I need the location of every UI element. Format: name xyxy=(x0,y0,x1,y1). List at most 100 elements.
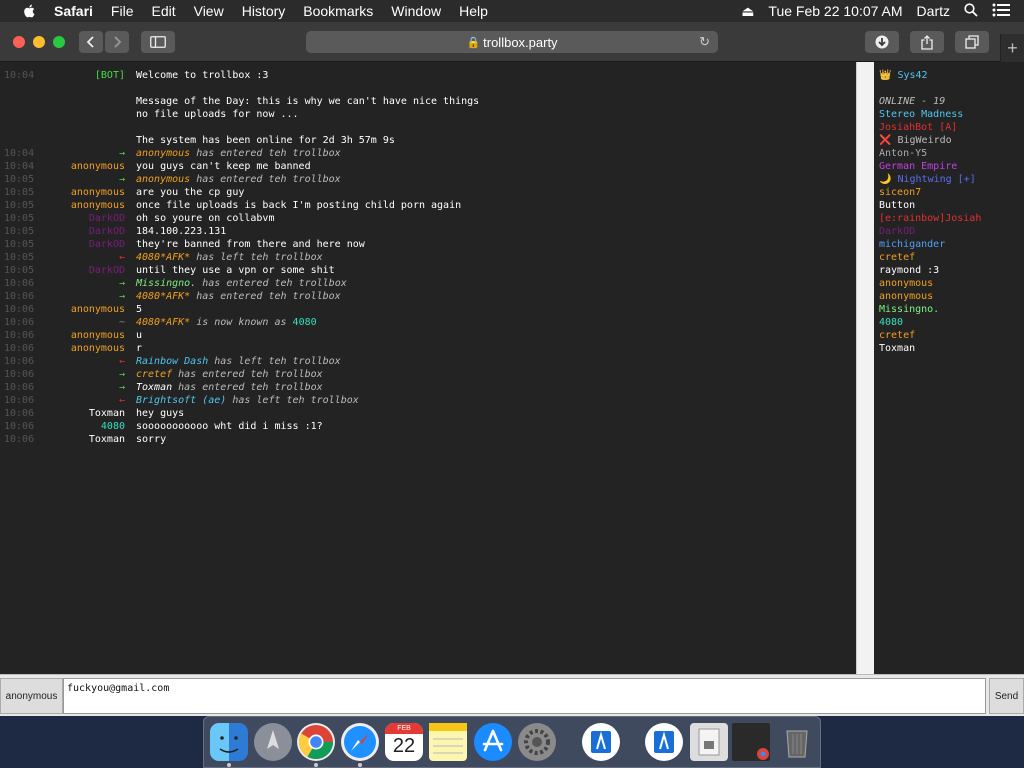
user-list-item[interactable]: Toxman xyxy=(879,342,1024,355)
user-list-item[interactable]: 4080 xyxy=(879,316,1024,329)
chat-nick[interactable]: anonymous xyxy=(71,186,125,199)
chat-nick[interactable]: ~ xyxy=(119,316,125,329)
menu-app-name[interactable]: Safari xyxy=(54,0,93,22)
user-list-item[interactable]: 🌙 Nightwing [+] xyxy=(879,173,1024,186)
share-button[interactable] xyxy=(910,31,944,53)
chat-timestamp: 10:05 xyxy=(4,226,35,237)
message-input[interactable]: fuckyou@gmail.com xyxy=(63,678,986,714)
menubar-user[interactable]: Dartz xyxy=(917,3,950,19)
app-store-icon[interactable] xyxy=(474,723,512,761)
menu-bookmarks[interactable]: Bookmarks xyxy=(303,0,373,22)
user-list-item[interactable]: Missingno. xyxy=(879,303,1024,316)
reload-icon[interactable]: ↻ xyxy=(699,34,710,50)
chat-row: 10:04 anonymous you guys can't keep me ban… xyxy=(0,160,856,173)
tab-overview-button[interactable] xyxy=(955,31,989,53)
chat-nick[interactable]: DarkOD xyxy=(89,264,125,277)
chat-nick[interactable]: anonymous xyxy=(71,199,125,212)
user-list-item[interactable] xyxy=(879,82,1024,95)
user-list-item[interactable]: 👑 Sys42 xyxy=(879,69,1024,82)
menu-history[interactable]: History xyxy=(242,0,286,22)
nickname-button[interactable]: anonymous xyxy=(0,678,63,714)
chat-nick[interactable]: ← xyxy=(119,251,125,264)
new-tab-button[interactable]: + xyxy=(1000,34,1024,62)
user-list-item[interactable]: raymond :3 xyxy=(879,264,1024,277)
chat-message-text: hey guys xyxy=(136,408,185,419)
back-button[interactable] xyxy=(79,31,103,53)
chat-nick[interactable]: → xyxy=(119,381,125,394)
user-list-item[interactable]: [e:rainbow]Josiah xyxy=(879,212,1024,225)
chat-nick[interactable]: Toxman xyxy=(89,407,125,420)
launchpad-icon[interactable] xyxy=(254,723,292,761)
chat-nick[interactable]: ← xyxy=(119,394,125,407)
finder-icon[interactable] xyxy=(210,723,248,761)
user-list-item[interactable]: michigander xyxy=(879,238,1024,251)
chat-nick[interactable]: ← xyxy=(119,355,125,368)
user-list-item[interactable]: JosiahBot [A] xyxy=(879,121,1024,134)
address-bar[interactable]: 🔒 trollbox.party ↻ xyxy=(306,31,718,53)
xcode-icon[interactable] xyxy=(582,723,620,761)
chat-nick[interactable]: → xyxy=(119,173,125,186)
menu-window[interactable]: Window xyxy=(391,0,441,22)
user-list-item[interactable]: Stereo Madness xyxy=(879,108,1024,121)
safari-icon[interactable] xyxy=(341,723,379,761)
user-list-item[interactable]: ❌ BigWeirdo xyxy=(879,134,1024,147)
chat-nick[interactable]: DarkOD xyxy=(89,225,125,238)
forward-button[interactable] xyxy=(105,31,129,53)
chat-row: 10:05 anonymous once file uploads is back … xyxy=(0,199,856,212)
user-list-item[interactable]: DarkOD xyxy=(879,225,1024,238)
chat-nick[interactable]: [BOT] xyxy=(95,69,125,82)
chat-nick[interactable]: anonymous xyxy=(71,160,125,173)
user-list-item[interactable]: siceon7 xyxy=(879,186,1024,199)
eject-icon[interactable]: ⏏ xyxy=(741,3,754,20)
close-window-button[interactable] xyxy=(13,36,25,48)
chat-timestamp: 10:04 xyxy=(4,148,35,159)
chat-nick[interactable]: anonymous xyxy=(71,303,125,316)
chat-nick[interactable]: → xyxy=(119,147,125,160)
trash-icon[interactable] xyxy=(778,723,816,761)
chat-message: Rainbow Dash has left teh trollbox xyxy=(136,355,341,368)
user-list-item[interactable]: anonymous xyxy=(879,290,1024,303)
chat-nick[interactable]: Toxman xyxy=(89,433,125,446)
chat-message: once file uploads is back I'm posting ch… xyxy=(136,199,461,212)
document-stack-icon[interactable] xyxy=(690,723,728,761)
minimize-window-button[interactable] xyxy=(33,36,45,48)
minimized-window-icon[interactable] xyxy=(732,723,770,761)
menu-help[interactable]: Help xyxy=(459,0,488,22)
menu-edit[interactable]: Edit xyxy=(151,0,175,22)
spotlight-search-icon[interactable] xyxy=(964,2,978,20)
chat-nick[interactable]: 4080 xyxy=(101,420,125,433)
downloads-button[interactable] xyxy=(865,31,899,53)
notification-center-icon[interactable] xyxy=(992,3,1010,20)
chrome-icon[interactable] xyxy=(297,723,335,761)
chat-nick[interactable]: anonymous xyxy=(71,342,125,355)
sidebar-icon xyxy=(150,36,166,48)
system-preferences-icon[interactable] xyxy=(518,723,556,761)
notes-icon[interactable] xyxy=(429,723,467,761)
menubar-clock[interactable]: Tue Feb 22 10:07 AM xyxy=(768,3,902,19)
chat-scrollbar[interactable] xyxy=(856,62,874,674)
chat-system-text: has entered teh trollbox xyxy=(196,278,347,289)
chat-nick[interactable]: DarkOD xyxy=(89,238,125,251)
user-list-item[interactable]: Button xyxy=(879,199,1024,212)
menu-view[interactable]: View xyxy=(194,0,224,22)
downloads-stack-icon[interactable] xyxy=(645,723,683,761)
menu-file[interactable]: File xyxy=(111,0,134,22)
user-list-item[interactable]: cretef xyxy=(879,329,1024,342)
chat-nick[interactable]: DarkOD xyxy=(89,212,125,225)
chat-message: 4080*AFK* has left teh trollbox xyxy=(136,251,323,264)
send-button[interactable]: Send xyxy=(989,678,1024,714)
user-list-item[interactable]: anonymous xyxy=(879,277,1024,290)
user-list-item[interactable]: Anton-Y5 xyxy=(879,147,1024,160)
chat-message: anonymous has entered teh trollbox xyxy=(136,173,341,186)
lock-icon: 🔒 xyxy=(466,36,481,49)
user-list-item[interactable]: cretef xyxy=(879,251,1024,264)
apple-menu-icon[interactable] xyxy=(20,3,40,19)
chat-nick[interactable]: anonymous xyxy=(71,329,125,342)
chat-nick[interactable]: → xyxy=(119,277,125,290)
zoom-window-button[interactable] xyxy=(53,36,65,48)
calendar-icon[interactable]: FEB 22 xyxy=(385,723,423,761)
user-list-item[interactable]: German Empire xyxy=(879,160,1024,173)
chat-nick[interactable]: → xyxy=(119,368,125,381)
chat-nick[interactable]: → xyxy=(119,290,125,303)
sidebar-button[interactable] xyxy=(141,31,175,53)
